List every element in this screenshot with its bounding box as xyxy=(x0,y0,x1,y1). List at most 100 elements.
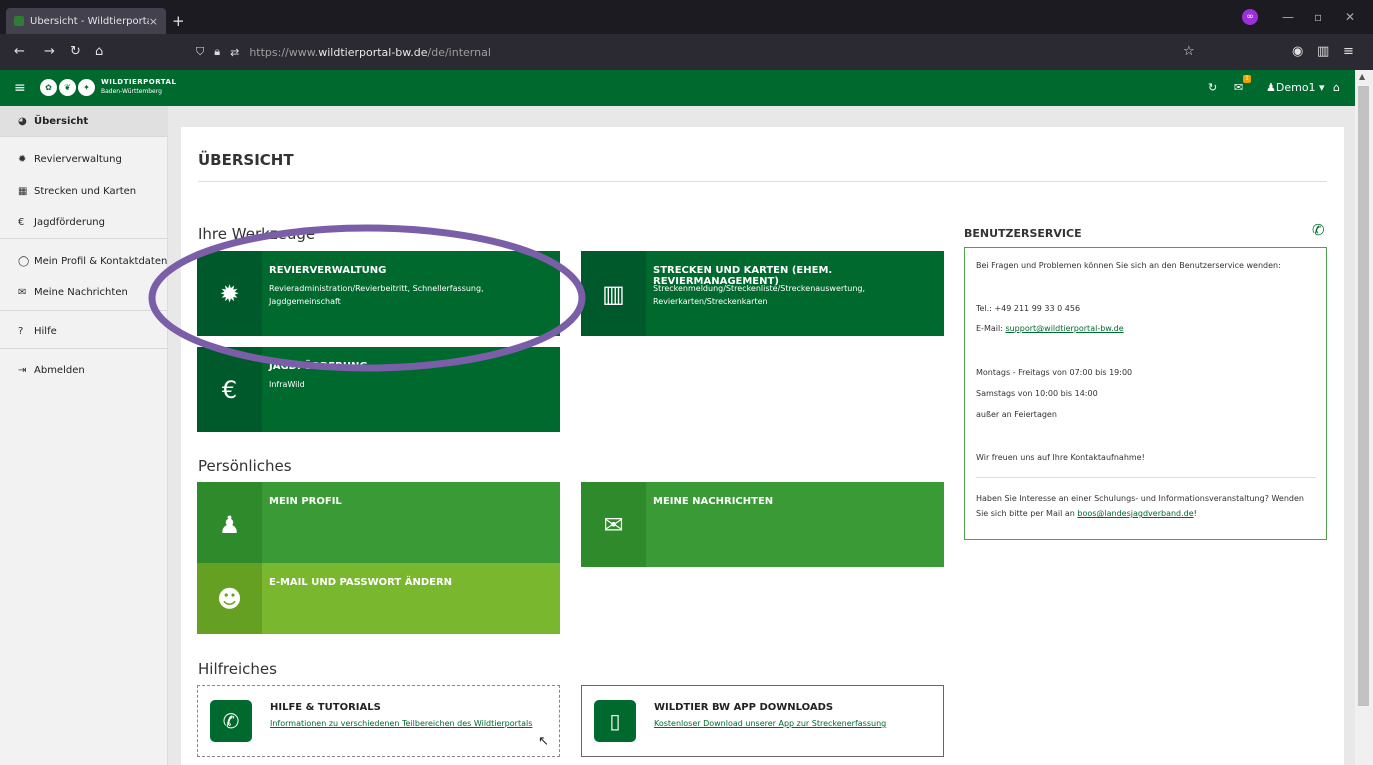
tile-strecken-karten[interactable]: ▥ STRECKEN UND KARTEN (EHEM. REVIERMANAG… xyxy=(581,251,944,336)
sidebar-item-label: Strecken und Karten xyxy=(34,185,137,197)
sidebar-item-profil[interactable]: ◯ Mein Profil & Kontaktdaten xyxy=(0,246,168,276)
private-browsing-icon: ∞ xyxy=(1242,9,1258,25)
user-menu[interactable]: ♟Demo1 ▾ xyxy=(1266,81,1325,94)
tile-title: JAGDFÖRDERUNG xyxy=(269,361,368,372)
extension-icon[interactable]: ◉ xyxy=(1292,44,1303,59)
logo-hare-icon: ✿ xyxy=(40,78,57,96)
sidebar-item-label: Jagdförderung xyxy=(34,216,105,228)
bookmark-star-icon[interactable]: ☆ xyxy=(1183,44,1195,59)
page-scrollbar[interactable]: ▲ xyxy=(1355,70,1373,765)
logo-deer-icon: ❦ xyxy=(59,78,76,96)
service-email-link[interactable]: support@wildtierportal-bw.de xyxy=(1005,324,1123,333)
event-text: Sie sich bitte per Mail an xyxy=(976,509,1078,518)
refresh-icon[interactable]: ↻ xyxy=(1208,81,1217,94)
service-event-line2: Sie sich bitte per Mail an boos@landesja… xyxy=(976,509,1197,518)
user-icon: ♟ xyxy=(1266,81,1276,94)
tile-subtitle: Streckenmeldung/Streckenliste/Streckenau… xyxy=(653,284,866,306)
caret-down-icon: ▾ xyxy=(1315,81,1325,94)
forward-icon[interactable]: → xyxy=(44,44,55,59)
gear-icon: ✹ xyxy=(18,153,27,165)
sidebar-item-label: Meine Nachrichten xyxy=(34,286,128,298)
logo-line2: Baden-Württemberg xyxy=(101,88,162,95)
section-title-helpful: Hilfreiches xyxy=(198,660,277,678)
tile-meine-nachrichten[interactable]: ✉ MEINE NACHRICHTEN xyxy=(581,482,944,567)
lock-icon[interactable]: 🔒︎ xyxy=(214,45,220,59)
service-title: BENUTZERSERVICE xyxy=(964,227,1082,240)
sidebar-item-uebersicht[interactable]: ◕ Übersicht xyxy=(0,106,168,136)
mail-icon[interactable]: ✉ xyxy=(1234,81,1243,94)
sidebar-item-label: Übersicht xyxy=(34,115,89,127)
tile-app-downloads[interactable]: ▯ WILDTIER BW APP DOWNLOADS Kostenloser … xyxy=(581,685,944,757)
permissions-icon[interactable]: ⇄ xyxy=(230,46,239,59)
page-title: ÜBERSICHT xyxy=(198,151,294,169)
users-group-icon: ☻ xyxy=(197,563,262,634)
email-label: E-Mail: xyxy=(976,324,1006,333)
service-intro: Bei Fragen und Problemen können Sie sich… xyxy=(976,261,1281,270)
tile-subtitle: Revieradministration/Revierbeitritt, Sch… xyxy=(269,284,484,306)
sidebar-item-hilfe[interactable]: ? Hilfe xyxy=(0,316,168,346)
sidebar-item-label: Hilfe xyxy=(34,325,57,337)
event-email-link[interactable]: boos@landesjagdverband.de xyxy=(1077,509,1193,518)
tile-link[interactable]: Informationen zu verschiedenen Teilberei… xyxy=(270,719,532,728)
browser-tab[interactable]: Übersicht - Wildtierportal × xyxy=(6,8,166,34)
portal-logo[interactable]: ✿ ❦ ✦ WILDTIERPORTAL Baden-Württemberg xyxy=(40,78,176,96)
library-icon[interactable]: ▥ xyxy=(1317,44,1329,59)
logo-text: WILDTIERPORTAL Baden-Württemberg xyxy=(101,78,176,96)
url-prefix: https://www. xyxy=(249,45,319,59)
url-path: /de/internal xyxy=(427,45,491,59)
app-header: ≡ ✿ ❦ ✦ WILDTIERPORTAL Baden-Württemberg… xyxy=(0,70,1355,106)
euro-icon: € xyxy=(197,347,262,432)
reload-icon[interactable]: ↻ xyxy=(70,44,81,59)
scroll-thumb[interactable] xyxy=(1358,86,1369,706)
hamburger-menu-icon[interactable]: ≡ xyxy=(14,80,26,96)
shield-icon[interactable]: ⛉ xyxy=(196,45,204,59)
tile-hilfe-tutorials[interactable]: ✆ HILFE & TUTORIALS Informationen zu ver… xyxy=(197,685,560,757)
service-event-line1: Haben Sie Interesse an einer Schulungs- … xyxy=(976,494,1304,503)
maximize-icon[interactable]: ▫ xyxy=(1314,10,1322,24)
service-box: Bei Fragen und Problemen können Sie sich… xyxy=(964,247,1327,540)
close-tab-icon[interactable]: × xyxy=(149,15,158,28)
scroll-up-icon[interactable]: ▲ xyxy=(1359,72,1365,81)
tile-subtitle: InfraWild xyxy=(269,380,305,389)
tile-jagdfoerderung[interactable]: € JAGDFÖRDERUNG InfraWild xyxy=(197,347,560,432)
tile-title: WILDTIER BW APP DOWNLOADS xyxy=(654,702,834,713)
user-icon: ♟ xyxy=(197,482,262,567)
service-hours-saturday: Samstags von 10:00 bis 14:00 xyxy=(976,389,1098,398)
section-title-personal: Persönliches xyxy=(198,457,292,475)
favicon-icon xyxy=(14,16,24,26)
sidebar-item-label: Mein Profil & Kontaktdaten xyxy=(34,255,168,267)
map-icon: ▥ xyxy=(581,251,646,336)
euro-icon: € xyxy=(18,216,25,228)
event-end: ! xyxy=(1193,509,1197,518)
tile-mein-profil[interactable]: ♟ MEIN PROFIL xyxy=(197,482,560,567)
sidebar-item-abmelden[interactable]: ⇥ Abmelden xyxy=(0,355,168,385)
menu-icon[interactable]: ≡ xyxy=(1343,44,1354,59)
sidebar-item-strecken[interactable]: ▦ Strecken und Karten xyxy=(0,176,168,206)
tile-title: MEINE NACHRICHTEN xyxy=(653,496,774,507)
sidebar-item-label: Abmelden xyxy=(34,364,85,376)
question-icon: ? xyxy=(18,325,24,337)
home-icon[interactable]: ⌂ xyxy=(95,44,103,59)
tile-title: REVIERVERWALTUNG xyxy=(269,265,387,276)
tile-email-passwort[interactable]: ☻ E-MAIL UND PASSWORT ÄNDERN xyxy=(197,563,560,634)
sidebar-item-revierverwaltung[interactable]: ✹ Revierverwaltung xyxy=(0,144,168,174)
minimize-icon[interactable]: — xyxy=(1282,10,1294,24)
tile-title: MEIN PROFIL xyxy=(269,496,342,507)
user-name: Demo1 xyxy=(1275,81,1316,94)
tile-link[interactable]: Kostenloser Download unserer App zur Str… xyxy=(654,719,886,728)
back-icon[interactable]: ← xyxy=(14,44,25,59)
window-close-icon[interactable]: ✕ xyxy=(1345,10,1355,24)
service-thanks: Wir freuen uns auf Ihre Kontaktaufnahme! xyxy=(976,453,1145,462)
notification-badge: 1 xyxy=(1243,75,1251,83)
new-tab-button[interactable]: + xyxy=(172,12,185,30)
sidebar-item-nachrichten[interactable]: ✉ Meine Nachrichten xyxy=(0,277,168,307)
url-bar[interactable]: ⛉ 🔒︎ ⇄ https://www. wildtierportal-bw.de /… xyxy=(196,40,1206,64)
tile-revierverwaltung[interactable]: ✹ REVIERVERWALTUNG Revieradministration/… xyxy=(197,251,560,336)
service-hours-weekdays: Montags - Freitags von 07:00 bis 19:00 xyxy=(976,368,1133,377)
home-nav-icon[interactable]: ⌂ xyxy=(1333,81,1340,94)
map-icon: ▦ xyxy=(18,185,28,197)
dashboard-icon: ◕ xyxy=(18,115,27,127)
logo-bird-icon: ✦ xyxy=(78,78,95,96)
sidebar-item-jagdfoerderung[interactable]: € Jagdförderung xyxy=(0,207,168,237)
phone-icon: ✆ xyxy=(210,700,252,742)
